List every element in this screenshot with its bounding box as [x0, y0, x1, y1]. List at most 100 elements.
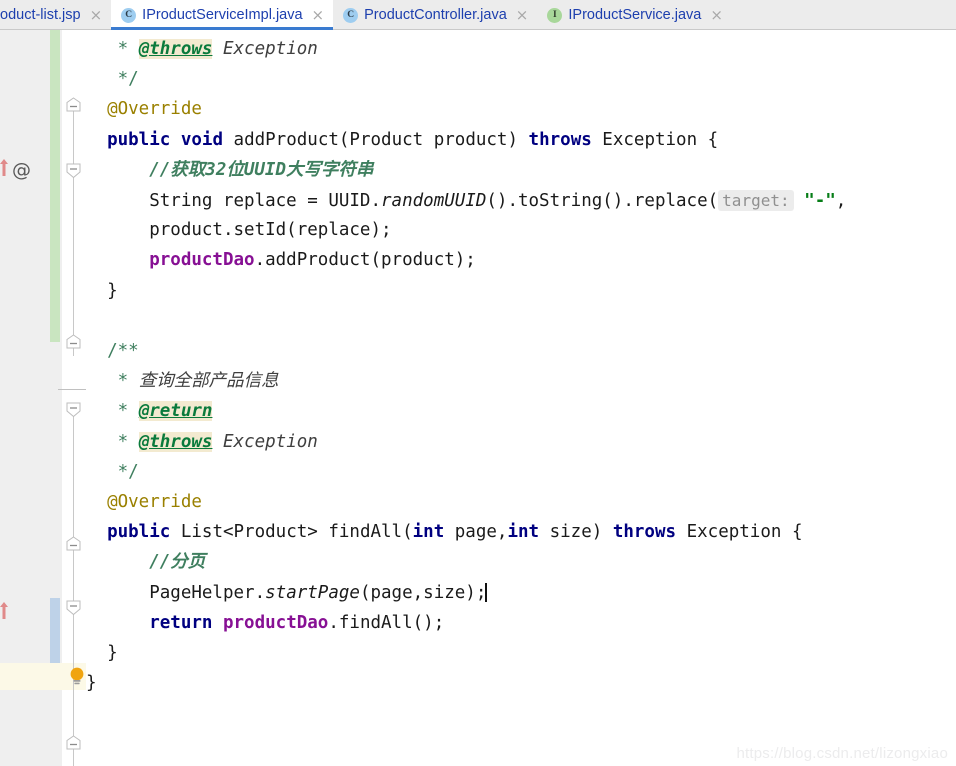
- code-token: @Override: [107, 492, 202, 512]
- code-token: */: [117, 461, 139, 482]
- editor-gutter[interactable]: [0, 30, 40, 766]
- close-icon[interactable]: ×: [710, 7, 723, 23]
- java-class-icon: C: [121, 7, 137, 23]
- code-token: ,: [835, 191, 847, 211]
- code-token: .addProduct(product);: [254, 250, 476, 271]
- code-token: */: [117, 69, 139, 90]
- tab-productcontroller-java[interactable]: C ProductController.java ×: [333, 0, 537, 30]
- vcs-change-marker-green[interactable]: [50, 30, 60, 342]
- code-token: 查询全部产品信息: [138, 371, 279, 392]
- tab-label: ProductController.java: [364, 7, 507, 23]
- code-line[interactable]: }: [86, 670, 956, 697]
- fold-marker-collapse[interactable]: [66, 163, 81, 178]
- fold-guide-line: [73, 108, 74, 356]
- code-token: *: [117, 431, 139, 452]
- code-token: target:: [718, 190, 794, 211]
- code-line[interactable]: }: [86, 640, 956, 667]
- tab-iproductservice-java[interactable]: I IProductService.java ×: [537, 0, 732, 30]
- fold-marker-collapse[interactable]: [66, 536, 81, 551]
- code-line[interactable]: @Override: [86, 96, 956, 123]
- code-text-area[interactable]: * @throws Exception */ @Override public …: [86, 30, 956, 766]
- fold-marker-collapse[interactable]: [66, 600, 81, 615]
- code-line[interactable]: productDao.addProduct(product);: [86, 247, 956, 274]
- tab-label: IProductServiceImpl.java: [142, 7, 303, 23]
- code-token: "-": [804, 191, 836, 211]
- code-token: }: [107, 643, 118, 663]
- code-line[interactable]: * @throws Exception: [86, 36, 956, 63]
- code-line[interactable]: }: [86, 278, 956, 305]
- code-token: List<Product> findAll(: [170, 522, 413, 543]
- implements-arrow-icon[interactable]: [0, 600, 9, 624]
- code-token: size): [539, 522, 613, 543]
- code-token: Exception: [223, 431, 318, 452]
- code-line[interactable]: */: [86, 66, 956, 93]
- code-line-current[interactable]: PageHelper.startPage(page,size);: [86, 580, 956, 607]
- fold-marker-collapse[interactable]: [66, 402, 81, 417]
- override-method-icon[interactable]: @: [12, 161, 31, 180]
- fold-marker-collapse[interactable]: [66, 97, 81, 112]
- code-folding-column[interactable]: [62, 30, 86, 766]
- code-line[interactable]: */: [86, 459, 956, 486]
- code-token: int: [412, 522, 445, 543]
- tab-product-list-jsp[interactable]: oduct-list.jsp ×: [0, 0, 111, 30]
- java-class-icon: C: [343, 7, 359, 23]
- code-token: (page,size);: [359, 582, 487, 603]
- code-token: public: [107, 522, 171, 543]
- code-line[interactable]: String replace = UUID.randomUUID().toStr…: [86, 187, 956, 214]
- implements-arrow-icon[interactable]: [0, 157, 9, 181]
- code-line[interactable]: * @return: [86, 398, 956, 425]
- fold-marker-collapse[interactable]: [66, 735, 81, 750]
- code-token: page,: [444, 522, 508, 543]
- code-line[interactable]: //获取32位UUID大写字符串: [86, 157, 956, 184]
- fold-marker-collapse[interactable]: [66, 334, 81, 349]
- java-interface-icon: I: [547, 7, 563, 23]
- code-token: addProduct(Product product): [223, 129, 529, 150]
- code-token: }: [86, 673, 97, 694]
- close-icon[interactable]: ×: [90, 7, 103, 23]
- code-token: void: [180, 129, 223, 150]
- code-token: *: [117, 401, 139, 422]
- code-line[interactable]: product.setId(replace);: [86, 217, 956, 244]
- code-token: startPage: [265, 582, 360, 603]
- code-token: *: [117, 39, 139, 59]
- close-icon[interactable]: ×: [312, 7, 325, 23]
- code-line[interactable]: public List<Product> findAll(int page,in…: [86, 519, 956, 546]
- code-token: product.setId(replace);: [149, 220, 392, 241]
- tab-iproductserviceimpl-java[interactable]: C IProductServiceImpl.java ×: [111, 0, 334, 30]
- code-token: ().toString().replace(: [486, 191, 719, 211]
- code-token: //获取32位UUID大写字符串: [149, 159, 374, 180]
- code-line[interactable]: [86, 308, 956, 335]
- code-token: int: [507, 522, 540, 543]
- code-line[interactable]: * @throws Exception: [86, 429, 956, 456]
- code-token: return: [149, 612, 213, 633]
- code-line[interactable]: public void addProduct(Product product) …: [86, 127, 956, 154]
- code-line[interactable]: return productDao.findAll();: [86, 610, 956, 637]
- code-line[interactable]: /**: [86, 338, 956, 365]
- close-icon[interactable]: ×: [516, 7, 529, 23]
- code-editor[interactable]: @ * @throws Exception */ @Override publi…: [0, 30, 956, 766]
- code-token: Exception {: [676, 522, 803, 543]
- code-token: }: [107, 280, 118, 301]
- code-line[interactable]: //分页: [86, 549, 956, 576]
- intention-bulb-icon[interactable]: [68, 666, 86, 686]
- code-line[interactable]: @Override: [86, 489, 956, 516]
- code-token: productDao: [149, 250, 255, 271]
- code-line[interactable]: * 查询全部产品信息: [86, 368, 956, 395]
- code-token: Exception {: [591, 129, 719, 150]
